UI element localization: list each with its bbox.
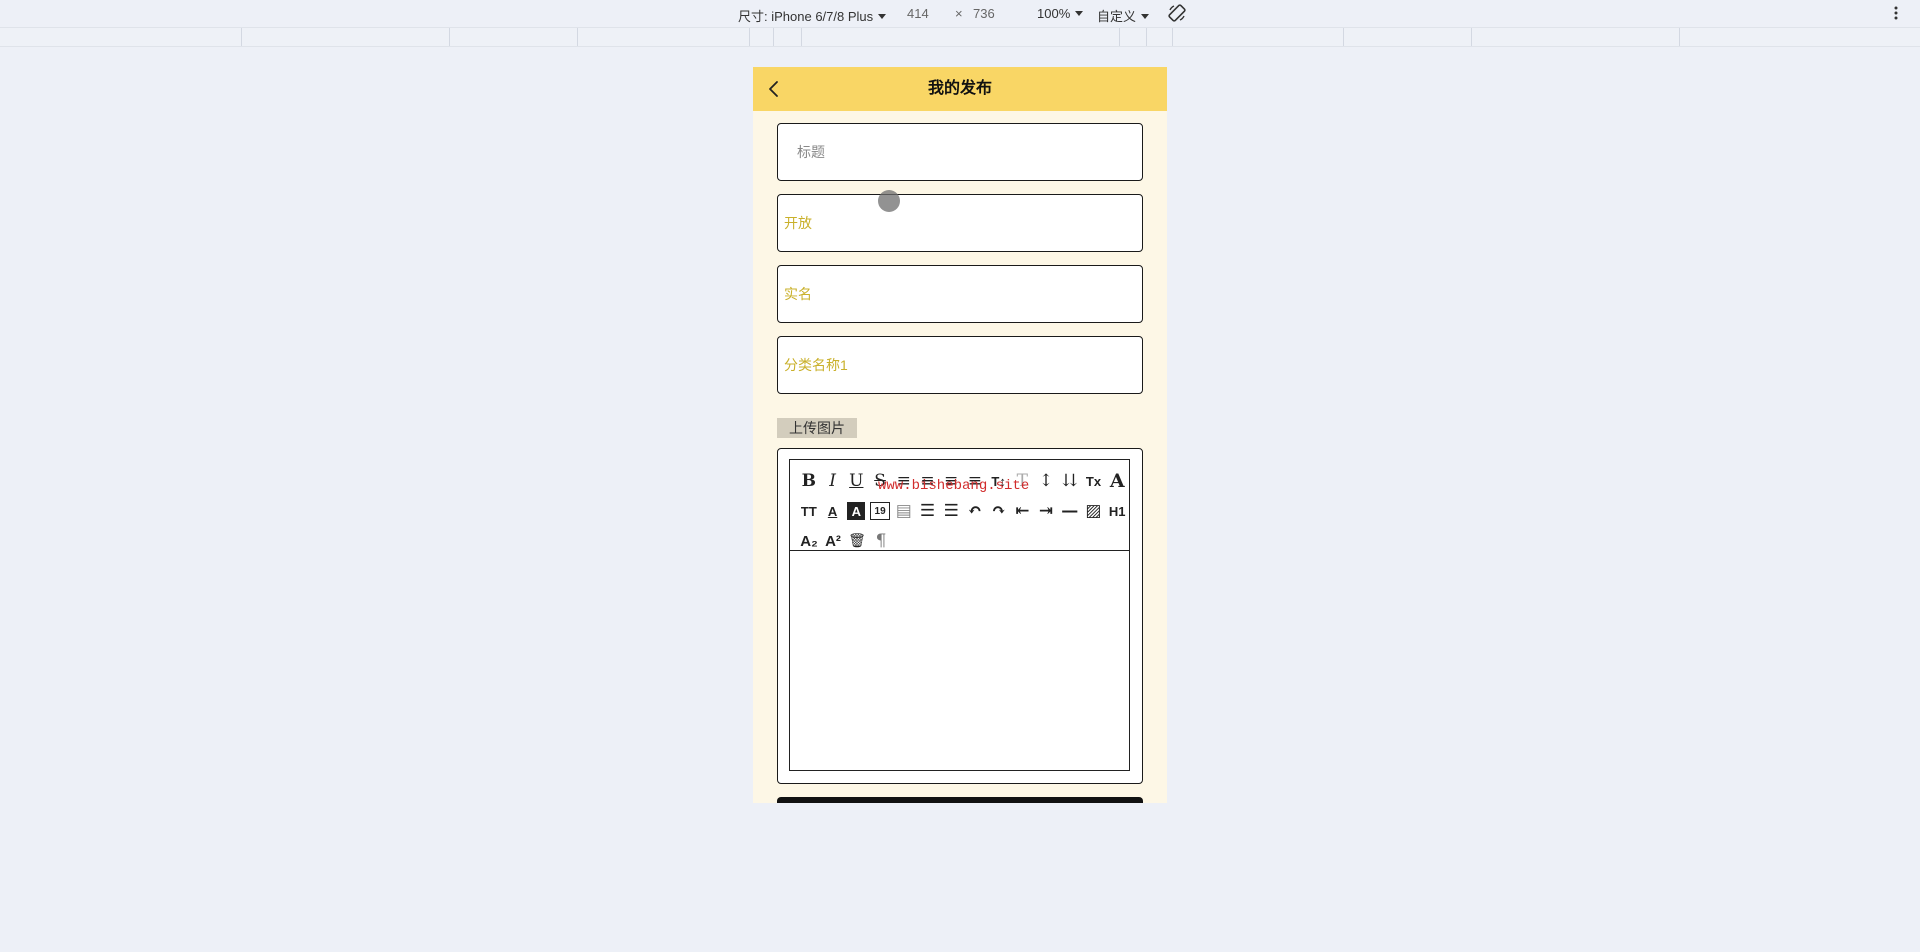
align-justify-icon[interactable]: ≡ — [963, 469, 987, 493]
outdent-icon[interactable]: ⇤ — [1010, 499, 1034, 523]
status-field[interactable]: 开放 — [777, 194, 1143, 252]
font-size-icon[interactable]: TT — [797, 499, 821, 523]
ruler-tick — [1119, 28, 1120, 46]
align-center-icon[interactable]: ≡ — [916, 469, 940, 493]
toolbar-row-2: TT A A 19 ▤ ☰ ☰ ↶ ↷ ⇤ ⇥ — ▨ H1 — [797, 496, 1129, 526]
trash-icon[interactable]: 🗑 — [845, 529, 869, 553]
underline-icon[interactable]: U — [844, 469, 868, 493]
font-family-icon[interactable]: A — [1105, 469, 1129, 493]
rich-text-editor: B I U S ≡ ≡ ≡ ≡ T↕ T ↕ ⇊ Tx A TT A A 19 … — [777, 448, 1143, 784]
realname-value[interactable]: 实名 — [784, 266, 812, 322]
ruler-tick — [1679, 28, 1680, 46]
category-value[interactable]: 分类名称1 — [784, 337, 848, 393]
ruler-tick — [241, 28, 242, 46]
bold-icon[interactable]: B — [797, 469, 821, 493]
text-cursor-icon[interactable]: T — [1010, 469, 1034, 493]
ruler-tick — [577, 28, 578, 46]
undo-icon[interactable]: ↶ — [963, 499, 987, 523]
ruler-tick — [801, 28, 802, 46]
zoom-select[interactable]: 100% — [1037, 6, 1084, 21]
editor-toolbar: B I U S ≡ ≡ ≡ ≡ T↕ T ↕ ⇊ Tx A TT A A 19 … — [790, 460, 1129, 551]
row-spacing-bottom-icon[interactable]: ⇊ — [1058, 469, 1082, 493]
line-height-icon[interactable]: T↕ — [987, 469, 1011, 493]
more-vertical-icon[interactable] — [1893, 5, 1899, 21]
realname-field[interactable]: 实名 — [777, 265, 1143, 323]
caret-down-icon — [1141, 14, 1150, 19]
device-label: 尺寸: iPhone 6/7/8 Plus — [738, 9, 874, 24]
media-query-ruler — [0, 27, 1920, 47]
image-icon[interactable]: ▨ — [1082, 499, 1106, 523]
background-color-icon[interactable]: A — [847, 502, 866, 520]
app-header: 我的发布 — [753, 67, 1167, 111]
paragraph-icon[interactable]: ¶ — [869, 529, 893, 553]
ordered-list-icon[interactable]: ☰ — [916, 499, 940, 523]
clear-format-icon[interactable]: Tx — [1082, 469, 1106, 493]
subscript-icon[interactable]: A₂ — [797, 529, 821, 553]
ruler-tick — [1471, 28, 1472, 46]
caret-down-icon — [878, 14, 887, 19]
toolbar-row-1: B I U S ≡ ≡ ≡ ≡ T↕ T ↕ ⇊ Tx A — [797, 466, 1129, 496]
align-right-icon[interactable]: ≡ — [939, 469, 963, 493]
title-field[interactable] — [777, 123, 1143, 181]
phone-viewport: 我的发布 开放 实名 分类名称1 上传图片 B I U S ≡ ≡ ≡ — [753, 67, 1167, 803]
ruler-tick — [749, 28, 750, 46]
ruler-tick — [1172, 28, 1173, 46]
unordered-list-icon[interactable]: ☰ — [939, 499, 963, 523]
superscript-icon[interactable]: A² — [821, 529, 845, 553]
ruler-tick — [449, 28, 450, 46]
ruler-tick — [1343, 28, 1344, 46]
submit-button[interactable] — [777, 797, 1143, 803]
ruler-tick — [773, 28, 774, 46]
throttle-label: 自定义 — [1097, 9, 1137, 24]
chevron-left-icon[interactable] — [764, 79, 784, 99]
caret-down-icon — [1075, 11, 1084, 16]
throttle-select[interactable]: 自定义 — [1097, 6, 1150, 25]
clipboard-icon[interactable]: ▤ — [892, 499, 916, 523]
editor-frame: B I U S ≡ ≡ ≡ ≡ T↕ T ↕ ⇊ Tx A TT A A 19 … — [789, 459, 1130, 771]
editor-content-area[interactable] — [790, 551, 1129, 770]
strikethrough-icon[interactable]: S — [868, 469, 892, 493]
device-select[interactable]: 尺寸: iPhone 6/7/8 Plus — [738, 6, 887, 25]
category-field[interactable]: 分类名称1 — [777, 336, 1143, 394]
calendar-icon[interactable]: 19 — [870, 502, 890, 520]
heading-icon[interactable]: H1 — [1105, 499, 1129, 523]
height-input[interactable]: 736 — [973, 6, 995, 21]
font-color-icon[interactable]: A — [821, 499, 845, 523]
title-input[interactable] — [778, 124, 1142, 180]
page-title: 我的发布 — [927, 80, 992, 97]
touch-cursor — [878, 190, 900, 212]
redo-icon[interactable]: ↷ — [987, 499, 1011, 523]
devtools-toolbar: 尺寸: iPhone 6/7/8 Plus 414 × 736 100% 自定义 — [0, 0, 1920, 27]
rotate-icon[interactable] — [1167, 3, 1187, 23]
times-sign: × — [955, 6, 963, 21]
indent-icon[interactable]: ⇥ — [1034, 499, 1058, 523]
width-input[interactable]: 414 — [907, 6, 929, 21]
ruler-tick — [1146, 28, 1147, 46]
italic-icon[interactable]: I — [821, 469, 845, 493]
row-spacing-top-icon[interactable]: ↕ — [1034, 469, 1058, 493]
align-left-icon[interactable]: ≡ — [892, 469, 916, 493]
status-value[interactable]: 开放 — [784, 195, 812, 251]
horizontal-rule-icon[interactable]: — — [1058, 499, 1082, 523]
zoom-label: 100% — [1037, 6, 1071, 21]
upload-image-button[interactable]: 上传图片 — [777, 418, 857, 438]
